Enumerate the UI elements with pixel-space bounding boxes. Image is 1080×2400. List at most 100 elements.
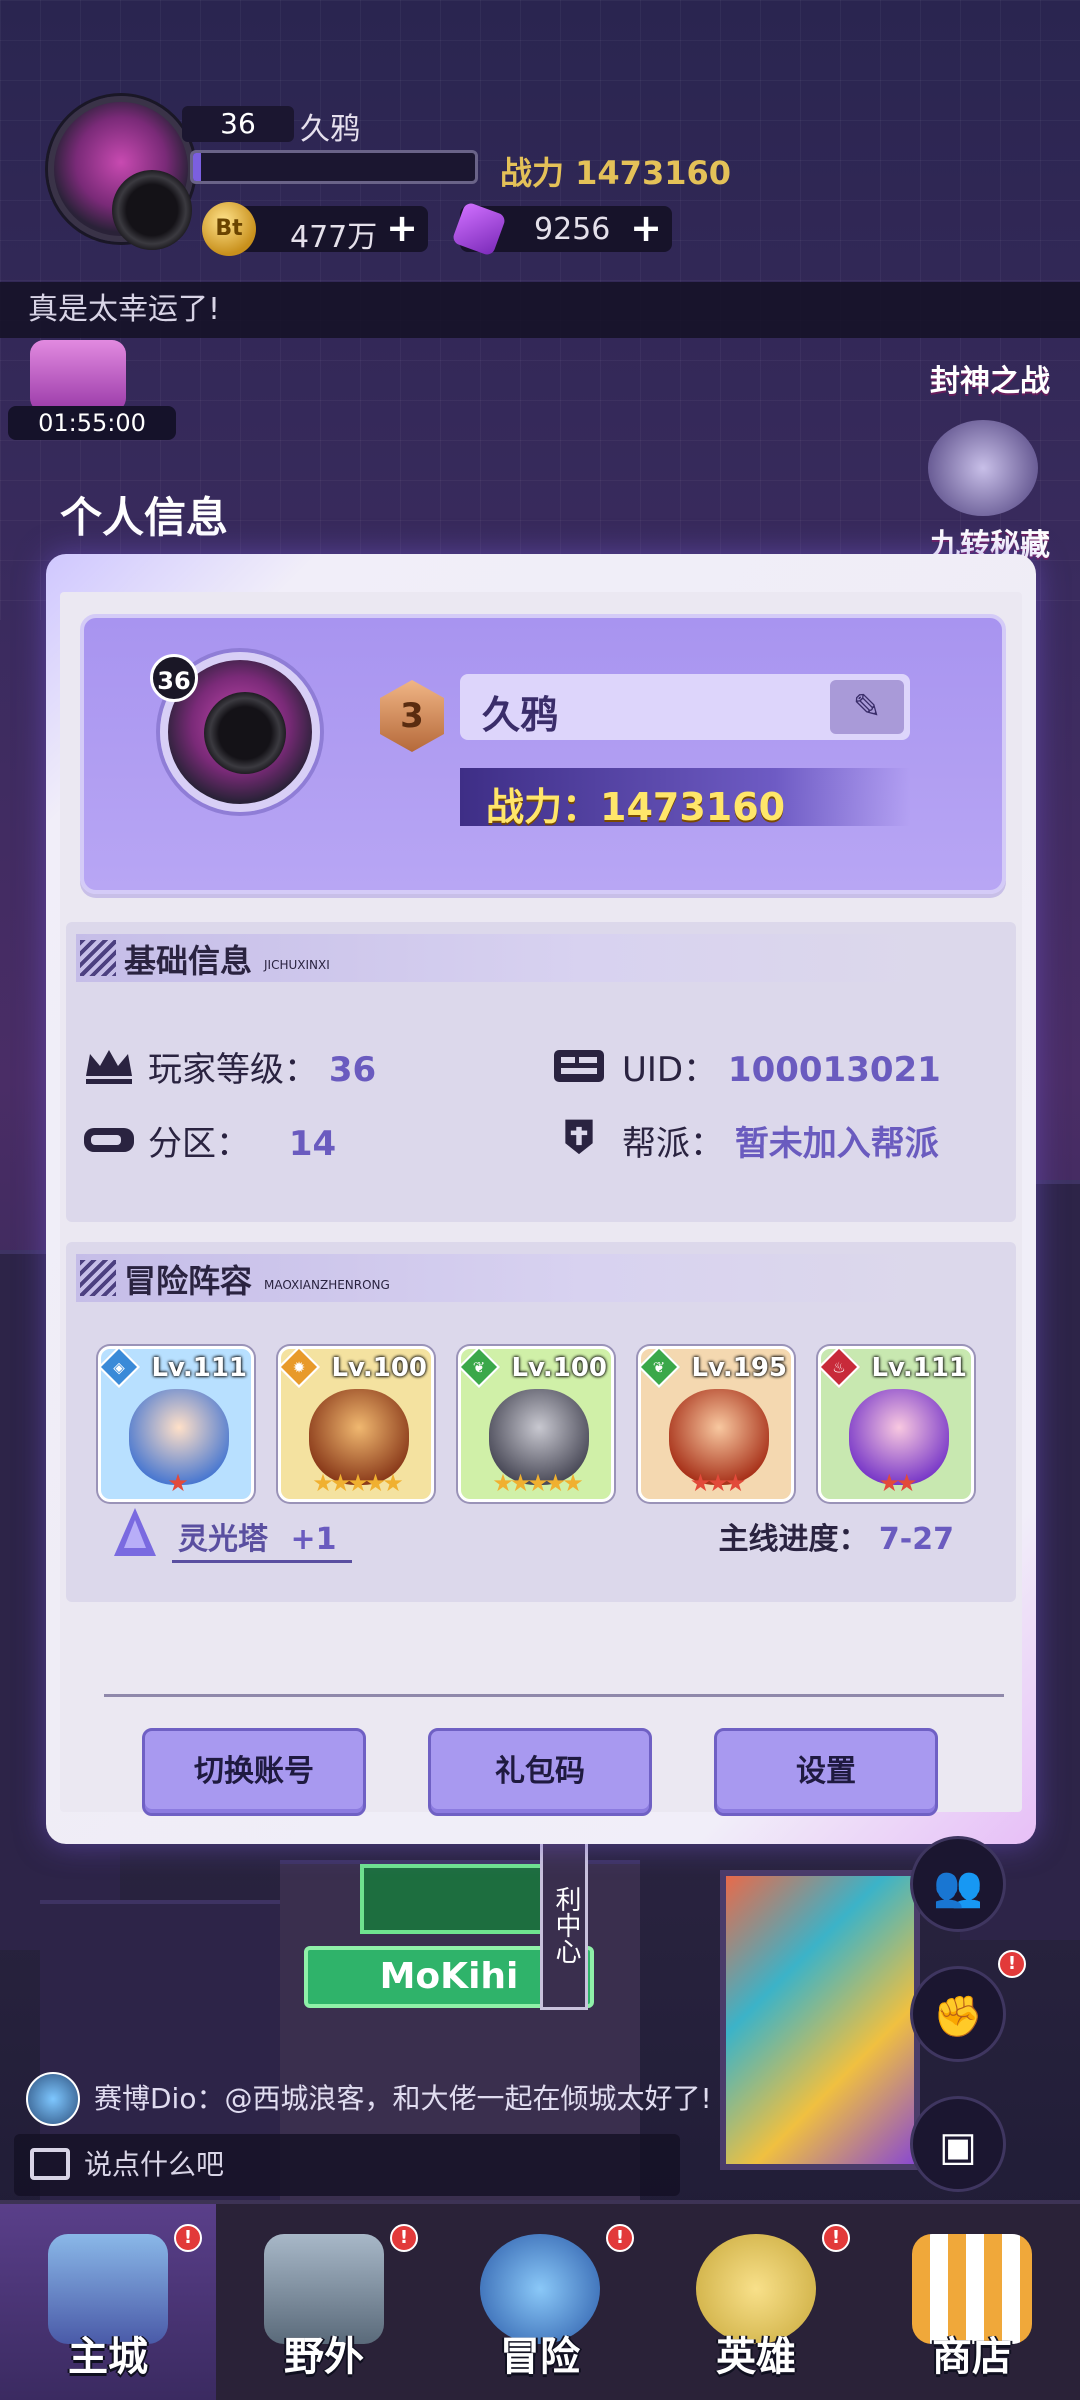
notification-dot: ! (606, 2224, 634, 2252)
profile-name: 久鸦 (482, 693, 559, 737)
hero-stars: ★★★★★ (312, 1469, 404, 1497)
gold-currency: Bt 477万 + (202, 202, 428, 256)
player-level-label: 玩家等级： (148, 1050, 318, 1090)
uid-value: 100013021 (727, 1050, 941, 1090)
notification-dot: ! (390, 2224, 418, 2252)
progress-label: 主线进度： (718, 1522, 869, 1557)
guild-row: 帮派： 暂未加入帮派 (622, 1116, 939, 1165)
player-level-badge: 36 (182, 106, 294, 142)
hero-stars: ★ (167, 1469, 189, 1497)
nav-wild[interactable]: ! 野外 (216, 2204, 432, 2400)
divider (104, 1694, 1004, 1697)
edit-name-button[interactable]: ✎ (830, 680, 904, 734)
add-gold-button[interactable]: + (386, 206, 418, 250)
section-subtitle: JICHUXINXI (264, 958, 330, 972)
settings-button[interactable]: 设置 (714, 1728, 938, 1816)
rank-badge: 3 (380, 680, 444, 752)
tower-underline (172, 1560, 352, 1563)
stripes-icon (80, 1260, 116, 1296)
sun-element-icon: ✹ (281, 1349, 321, 1389)
exp-bar (190, 150, 478, 184)
avatar-visor (112, 170, 192, 250)
treasure-icon[interactable] (928, 420, 1038, 516)
hero-card[interactable]: ♨ Lv.111 ★★ (818, 1346, 974, 1502)
tower-row[interactable]: 灵光塔 +1 (178, 1514, 336, 1558)
nav-shop[interactable]: 商店 (864, 2204, 1080, 2400)
nav-label: 商店 (932, 2334, 1012, 2380)
basic-info-section: 基础信息 JICHUXINXI 玩家等级： 36 UID： 100013021 (66, 922, 1016, 1222)
gem-amount: 9256 (534, 212, 611, 247)
player-level-row: 玩家等级： 36 (148, 1042, 376, 1091)
section-subtitle: MAOXIANZHENRONG (264, 1278, 390, 1292)
nav-main-city[interactable]: ! 主城 (0, 2204, 216, 2400)
profile-card: 36 3 久鸦 ✎ 战力：1473160 (80, 614, 1006, 894)
nav-label: 主城 (68, 2334, 148, 2380)
gold-amount: 477万 (290, 220, 378, 255)
gift-code-button[interactable]: 礼包码 (428, 1728, 652, 1816)
hero-stars: ★★ (878, 1469, 917, 1497)
nature-element-icon: ❦ (461, 1349, 501, 1389)
task-icon[interactable]: ▣ (910, 2096, 1006, 2192)
id-card-icon (554, 1050, 604, 1082)
nav-heroes[interactable]: ! 英雄 (648, 2204, 864, 2400)
crown-icon (86, 1050, 132, 1084)
crystal-tower-icon (114, 1508, 156, 1556)
main-progress-row: 主线进度： 7-27 (718, 1514, 954, 1558)
nav-label: 英雄 (716, 2334, 796, 2380)
hero-level: Lv.111 (871, 1353, 967, 1383)
hero-level: Lv.100 (511, 1353, 607, 1383)
friends-icon[interactable]: 👥 (910, 1836, 1006, 1932)
chat-message[interactable]: 赛博Dio：@西城浪客，和大佬一起在倾城太好了! (26, 2070, 712, 2128)
section-header: 基础信息 JICHUXINXI (76, 934, 926, 982)
hero-stars: ★★★★★ (492, 1469, 584, 1497)
hero-card[interactable]: ❦ Lv.100 ★★★★★ (458, 1346, 614, 1502)
nav-label: 野外 (284, 2334, 364, 2380)
guild-icon[interactable]: ✊ (910, 1966, 1006, 2062)
hero-level: Lv.111 (151, 1353, 247, 1383)
hero-level: Lv.195 (691, 1353, 787, 1383)
section-header: 冒险阵容 MAOXIANZHENRONG (76, 1254, 926, 1302)
name-field: 久鸦 ✎ (460, 674, 910, 740)
hero-card[interactable]: ✹ Lv.100 ★★★★★ (278, 1346, 434, 1502)
add-gem-button[interactable]: + (630, 206, 662, 250)
bottom-nav: ! 主城 ! 野外 ! 冒险 ! 英雄 商店 (0, 2200, 1080, 2400)
chat-input[interactable]: 说点什么吧 (14, 2134, 680, 2196)
center-sign: 利中心 (540, 1840, 588, 2010)
profile-panel: 36 3 久鸦 ✎ 战力：1473160 基础信息 JICHUXINXI 玩家等… (46, 554, 1036, 1844)
notification-dot: ! (998, 1950, 1026, 1978)
notification-dot: ! (174, 2224, 202, 2252)
hero-card[interactable]: ◈ Lv.111 ★ (98, 1346, 254, 1502)
player-name: 久鸦 (300, 112, 360, 147)
section-title: 冒险阵容 (124, 1262, 253, 1300)
event-timer: 01:55:00 (8, 406, 176, 440)
profile-power: 战力：1473160 (486, 785, 786, 829)
hero-stars: ★★★ (689, 1469, 747, 1497)
chat-bubble-icon (30, 2148, 70, 2180)
water-element-icon: ◈ (101, 1349, 141, 1389)
zone-row: 分区： 14 (148, 1116, 336, 1165)
stripes-icon (80, 940, 116, 976)
fire-element-icon: ♨ (821, 1349, 861, 1389)
gift-icon[interactable] (30, 340, 126, 412)
panel-body: 36 3 久鸦 ✎ 战力：1473160 基础信息 JICHUXINXI 玩家等… (60, 592, 1022, 1816)
neon-billboard (720, 1870, 920, 2170)
exp-bar-fill (193, 153, 202, 181)
power-banner: 战力：1473160 (460, 768, 910, 829)
chat-placeholder: 说点什么吧 (84, 2148, 225, 2181)
lineup-section: 冒险阵容 MAOXIANZHENRONG ◈ Lv.111 ★ ✹ Lv.100… (66, 1242, 1016, 1602)
player-level-value: 36 (328, 1050, 377, 1090)
player-avatar[interactable] (48, 96, 194, 250)
guild-shield-icon (565, 1119, 593, 1155)
chat-text: @西城浪客，和大佬一起在倾城太好了! (224, 2082, 712, 2115)
hero-level: Lv.100 (331, 1353, 427, 1383)
guild-value: 暂未加入帮派 (734, 1124, 939, 1164)
progress-value: 7-27 (878, 1522, 954, 1557)
nav-adventure[interactable]: ! 冒险 (432, 2204, 648, 2400)
uid-row: UID： 100013021 (622, 1042, 941, 1091)
gold-coin-icon: Bt (202, 202, 256, 256)
switch-account-button[interactable]: 切换账号 (142, 1728, 366, 1816)
uid-label: UID： (622, 1050, 718, 1090)
hero-card[interactable]: ❦ Lv.195 ★★★ (638, 1346, 794, 1502)
zone-value: 14 (288, 1124, 337, 1164)
event-fengshen[interactable]: 封神之战 (930, 356, 1050, 400)
